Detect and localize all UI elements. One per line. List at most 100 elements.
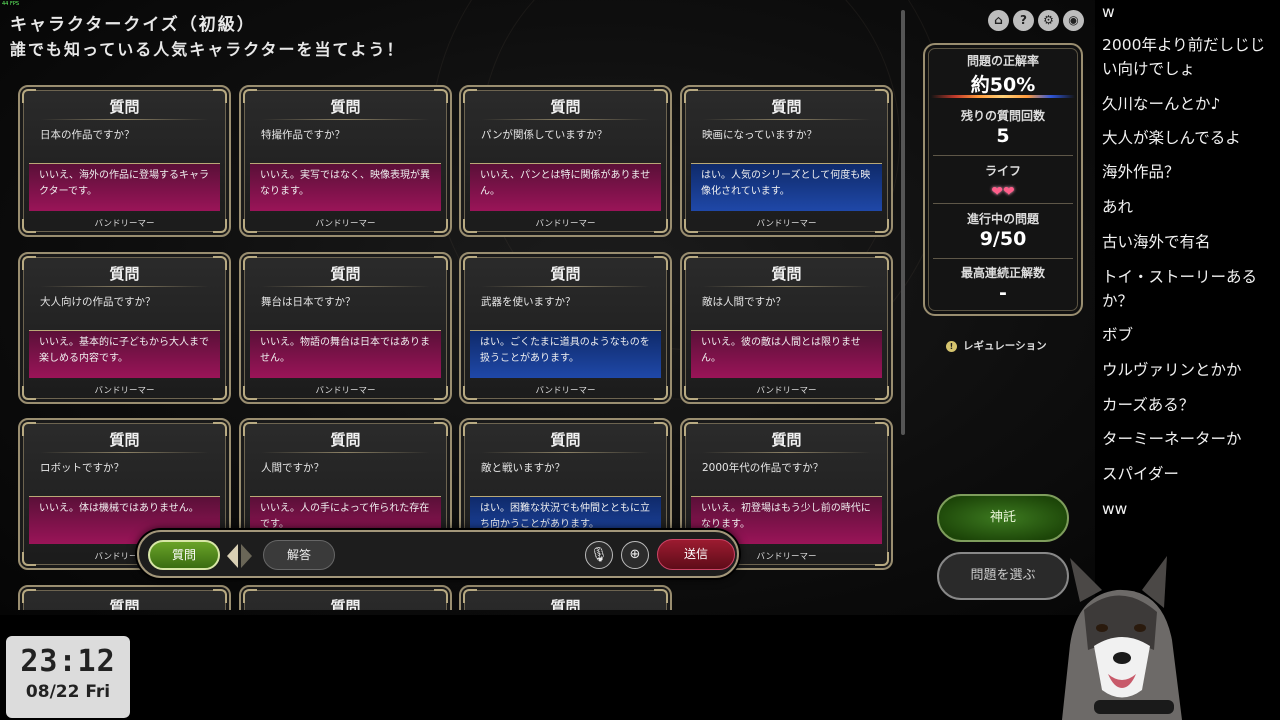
card-question: 2000年代の作品ですか？ — [702, 462, 824, 474]
card-divider — [261, 286, 430, 287]
progress-stat: 進行中の問題 9/50 — [933, 210, 1073, 250]
card-heading: 質問 — [771, 431, 802, 449]
remaining-stat: 残りの質問回数 5 — [933, 107, 1073, 147]
card-divider — [481, 452, 650, 453]
card-question: 日本の作品ですか？ — [40, 129, 135, 141]
card-question: 武器を使いますか？ — [481, 296, 576, 308]
question-card[interactable]: 質問 舞台は日本ですか？ いいえ。物語の舞台は日本ではありません。 バンドリーマー — [239, 252, 452, 404]
add-note-icon[interactable]: ⊕ — [621, 541, 649, 569]
question-card[interactable]: 質問 日本の作品ですか？ いいえ、海外の作品に登場するキャラクターです。 バンドリーマ… — [18, 85, 231, 237]
card-divider — [261, 452, 430, 453]
divider — [933, 258, 1073, 259]
card-divider — [702, 286, 871, 287]
card-question: 敵と戦いますか？ — [481, 462, 565, 474]
chat-message: 古い海外で有名 — [1102, 233, 1211, 251]
card-author: バンドリーマー — [756, 386, 817, 396]
send-button[interactable]: 送信 — [657, 539, 735, 570]
question-input-bar: 質問 解答 🎙 ⊕ 送信 — [137, 530, 739, 578]
card-grid-scrollbar[interactable] — [901, 10, 905, 435]
card-heading: 質問 — [109, 598, 140, 610]
help-icon[interactable]: ? — [1013, 10, 1034, 31]
card-heading: 質問 — [330, 98, 361, 116]
card-author: バンドリーマー — [315, 386, 376, 396]
divider — [933, 155, 1073, 156]
card-heading: 質問 — [330, 265, 361, 283]
chat-message: カーズある？ — [1102, 396, 1195, 414]
question-card[interactable]: 質問 武器を使いますか？ はい。ごくたまに道具のようなものを扱うことがあります。 バン… — [459, 252, 672, 404]
card-answer: いいえ。彼の敵は人間とは限りません。 — [691, 330, 882, 378]
card-author: バンドリーマー — [94, 386, 155, 396]
card-divider — [481, 119, 650, 120]
card-question: 特撮作品ですか？ — [261, 129, 345, 141]
answer-mode-button[interactable]: 解答 — [263, 540, 335, 570]
card-heading: 質問 — [550, 98, 581, 116]
question-mode-button[interactable]: 質問 — [148, 540, 220, 570]
regulation-link[interactable]: ! レギュレーション — [946, 338, 1047, 353]
discord-icon[interactable]: ◉ — [1063, 10, 1084, 31]
card-heading: 質問 — [330, 598, 361, 610]
chat-message: トイ・ストーリーあるか？ — [1102, 268, 1258, 310]
heart-icon: ❤ — [1003, 184, 1015, 200]
question-card[interactable]: 質問 パンが関係していますか？ いいえ、パンとは特に関係がありません。 バンドリーマー — [459, 85, 672, 237]
card-heading: 質問 — [109, 265, 140, 283]
question-card[interactable]: 質問特撮作品ですか？ いいえ。実写ではなく、映像表現が異なります。バンドリーマー — [239, 85, 452, 237]
page-title: キャラクタークイズ（初級） — [10, 15, 256, 35]
card-author: バンドリーマー — [756, 219, 817, 229]
question-card[interactable]: 質問 — [18, 585, 231, 610]
card-answer: いいえ、パンとは特に関係がありません。 — [470, 163, 661, 211]
microphone-icon[interactable]: 🎙 — [585, 541, 613, 569]
question-card[interactable]: 質問 — [239, 585, 452, 610]
card-author: バンドリーマー — [535, 219, 596, 229]
mode-toggle[interactable] — [227, 544, 255, 568]
card-heading: 質問 — [109, 98, 140, 116]
card-answer: いいえ。実写ではなく、映像表現が異なります。 — [250, 163, 441, 211]
card-answer: いいえ、海外の作品に登場するキャラクターです。 — [29, 163, 220, 211]
chat-message: 海外作品？ — [1102, 163, 1180, 181]
chat-message: ボブ — [1102, 326, 1134, 344]
progress-value: 9/50 — [979, 228, 1027, 250]
card-divider — [40, 452, 209, 453]
card-answer: はい。人気のシリーズとして何度も映像化されています。 — [691, 163, 882, 211]
card-divider — [40, 119, 209, 120]
question-card[interactable]: 質問 映画になっていますか？ はい。人気のシリーズとして何度も映像化されています。バ… — [680, 85, 893, 237]
card-heading: 質問 — [550, 265, 581, 283]
card-question: ロボットですか？ — [40, 462, 124, 474]
oracle-button[interactable]: 神託 — [937, 494, 1069, 542]
card-heading: 質問 — [330, 431, 361, 449]
card-heading: 質問 — [550, 598, 581, 610]
accuracy-stat: 問題の正解率 約50% — [933, 52, 1073, 97]
clock-widget: 23:12 08/22 Fri — [6, 636, 130, 718]
settings-icon[interactable]: ⚙ — [1038, 10, 1059, 31]
card-question: 映画になっていますか？ — [702, 129, 817, 141]
chat-message: 大人が楽しんでるよ — [1102, 129, 1241, 147]
card-author: バンドリーマー — [535, 386, 596, 396]
chat-message: スパイダー — [1102, 465, 1179, 483]
card-divider — [702, 119, 871, 120]
question-card[interactable]: 質問 敵は人間ですか？ いいえ。彼の敵は人間とは限りません。 バンドリーマー — [680, 252, 893, 404]
card-divider — [40, 286, 209, 287]
page-subtitle: 誰でも知っている人気キャラクターを当てよう！ — [10, 40, 405, 59]
chat-message: ww — [1102, 500, 1128, 518]
card-heading: 質問 — [550, 431, 581, 449]
life-label: ライフ — [984, 164, 1021, 178]
card-heading: 質問 — [109, 431, 140, 449]
question-card[interactable]: 質問 大人向けの作品ですか？ いいえ。基本的に子どもから大人まで楽しめる内容です。バ… — [18, 252, 231, 404]
remaining-value: 5 — [996, 125, 1010, 147]
card-divider — [261, 119, 430, 120]
card-divider — [702, 452, 871, 453]
divider — [933, 203, 1073, 204]
home-icon[interactable]: ⌂ — [988, 10, 1009, 31]
remaining-label: 残りの質問回数 — [960, 109, 1045, 123]
chat-message: ウルヴァリンとかか — [1102, 361, 1242, 379]
heart-icon: ❤ — [991, 184, 1003, 200]
card-answer: いいえ。物語の舞台は日本ではありません。 — [250, 330, 441, 378]
chat-message: 2000年より前だしじじい向けでしょ — [1102, 36, 1266, 78]
chat-message: あれ — [1102, 198, 1134, 216]
question-card[interactable]: 質問 — [459, 585, 672, 610]
arrow-left-icon — [227, 544, 238, 568]
streak-value: - — [999, 282, 1007, 304]
husky-avatar — [1062, 556, 1182, 720]
card-author: バンドリーマー — [315, 219, 376, 229]
chat-message: ターミーネーターか — [1102, 430, 1242, 448]
streak-label: 最高連続正解数 — [960, 266, 1045, 280]
